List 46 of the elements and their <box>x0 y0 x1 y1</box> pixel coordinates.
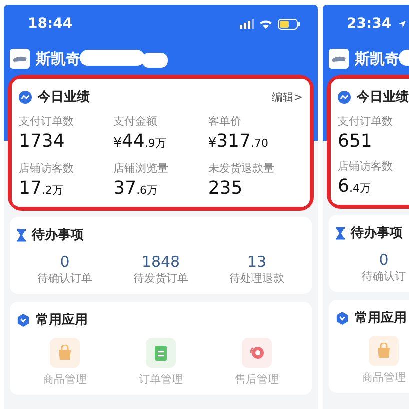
hexagon-icon <box>336 312 349 324</box>
clipboard-icon <box>153 345 169 361</box>
store-logo-icon <box>329 49 349 69</box>
metric-label: 店铺访客数 <box>338 159 393 174</box>
metric-label: 未发货退款量 <box>208 161 274 176</box>
metric-value: 1734 <box>19 132 65 152</box>
metric-label: 店铺浏览量 <box>114 161 169 176</box>
todo-item[interactable]: 0 待确认订 <box>362 251 406 284</box>
store-name: 斯凯奇 <box>36 50 81 68</box>
status-time: 18:44 <box>28 16 73 32</box>
store-name: 斯凯奇 <box>355 50 400 68</box>
card-title: 今日业绩 <box>38 89 90 106</box>
wifi-icon <box>259 19 273 29</box>
signal-icon <box>240 19 254 29</box>
battery-icon <box>278 18 300 30</box>
todo-item[interactable]: 1848 待发货订单 <box>134 253 188 286</box>
shopping-bag-icon <box>57 345 73 361</box>
metric-value: ¥317.70 <box>208 132 268 154</box>
metric-value: 17.2万 <box>19 179 64 201</box>
card-title: 待办事项 <box>351 225 403 242</box>
metric-label: 支付订单数 <box>19 114 74 129</box>
metric-label: 支付订单数 <box>338 114 393 129</box>
metric-value: 6.4万 <box>338 177 371 199</box>
card-title: 常用应用 <box>36 312 88 329</box>
todo-item[interactable]: 0 待确认订单 <box>38 253 92 286</box>
trend-chart-icon <box>19 90 32 104</box>
metric-value: 37.6万 <box>114 179 158 201</box>
store-logo-icon <box>10 49 30 69</box>
metric-value: ¥44.9万 <box>114 132 166 154</box>
edit-link[interactable]: 编辑> <box>272 90 303 104</box>
hourglass-icon <box>17 228 26 242</box>
hourglass-icon <box>336 226 345 240</box>
card-title: 常用应用 <box>355 310 407 327</box>
metric-value: 651 <box>338 132 372 152</box>
trend-chart-icon <box>338 90 351 104</box>
metric-label: 客单价 <box>208 114 242 129</box>
metric-label: 店铺访客数 <box>19 161 74 176</box>
todo-item[interactable]: 13 待处理退款 <box>230 253 284 286</box>
metric-value: 235 <box>208 179 243 199</box>
hexagon-icon <box>17 314 30 326</box>
card-title: 今日业绩 <box>357 89 409 106</box>
refund-icon <box>249 345 265 361</box>
status-time: 23:34 <box>347 16 392 32</box>
metric-label: 支付金额 <box>114 114 158 129</box>
card-title: 待办事项 <box>32 227 84 244</box>
shopping-bag-icon <box>376 343 392 359</box>
